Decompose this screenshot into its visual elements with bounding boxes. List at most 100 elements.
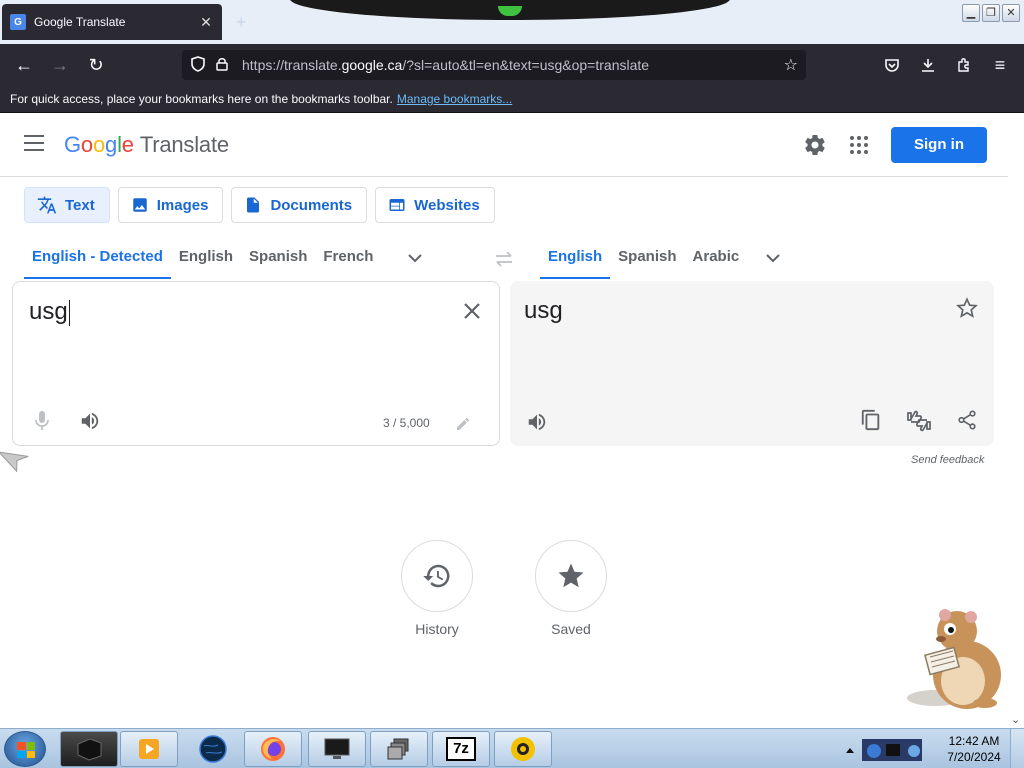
source-lang-english[interactable]: English (171, 237, 241, 279)
source-language-tabs: English - Detected English Spanish Frenc… (24, 237, 433, 281)
tab-title: Google Translate (34, 15, 126, 29)
taskbar-task-switcher[interactable] (370, 731, 428, 767)
saved-label: Saved (551, 621, 591, 637)
translation-output-area: usg (510, 281, 994, 446)
mode-documents-button[interactable]: Documents (231, 187, 368, 223)
window-controls: ▁ ❐ ✕ (962, 4, 1020, 22)
page-header: Google Translate Sign in (0, 113, 1008, 177)
image-icon (132, 198, 147, 212)
saved-star-icon (558, 563, 584, 588)
new-tab-icon[interactable]: + (236, 12, 247, 33)
taskbar-7zip[interactable]: 7z (432, 731, 490, 767)
windows-logo-icon (17, 742, 35, 758)
url-text: https://translate.google.ca/?sl=auto&tl=… (242, 57, 650, 73)
black-box-app-icon (77, 738, 102, 761)
app-menu-icon[interactable]: ≡ (987, 52, 1013, 78)
source-lang-spanish[interactable]: Spanish (241, 237, 315, 279)
source-listen-speaker-icon[interactable] (79, 410, 101, 432)
mouse-cursor-icon (0, 443, 30, 473)
lifesaver-icon (511, 737, 535, 761)
saved-button[interactable] (535, 540, 607, 612)
target-lang-english[interactable]: English (540, 237, 611, 279)
save-translation-star-icon[interactable] (956, 297, 978, 319)
firefox-icon (261, 737, 285, 761)
taskbar-terminal-app[interactable] (60, 731, 118, 767)
system-clock[interactable]: 12:42 AM 7/20/2024 (938, 733, 1010, 765)
clock-time: 12:42 AM (948, 734, 1000, 748)
bookmarks-toolbar: For quick access, place your bookmarks h… (0, 86, 1024, 113)
taskbar-window-app[interactable] (308, 731, 366, 767)
mode-images-button[interactable]: Images (117, 187, 224, 223)
clear-text-close-icon[interactable] (461, 300, 483, 322)
mode-text-label: Text (65, 196, 95, 214)
target-more-languages-chevron-down-icon[interactable] (755, 237, 791, 279)
navigation-toolbar: ← → ↻ https://translate.google.ca/?sl=au… (0, 44, 1024, 86)
taskbar-globe-app[interactable] (184, 731, 242, 767)
translation-listen-speaker-icon[interactable] (526, 411, 548, 433)
scroll-down-chevron-icon[interactable]: ⌄ (1011, 713, 1020, 726)
copy-translation-icon[interactable] (860, 409, 882, 431)
bookmark-star-icon[interactable]: ☆ (784, 55, 798, 75)
close-window-button[interactable]: ✕ (1002, 4, 1020, 22)
source-lang-french[interactable]: French (315, 237, 381, 279)
mode-websites-label: Websites (414, 196, 480, 214)
main-menu-icon[interactable] (24, 135, 44, 151)
target-lang-arabic[interactable]: Arabic (685, 237, 748, 279)
source-text-area[interactable]: usg 3 / 5,000 (12, 281, 500, 446)
rate-translation-thumbs-icon[interactable] (906, 409, 932, 433)
settings-gear-icon[interactable] (803, 133, 827, 157)
taskbar-media-player[interactable] (120, 731, 178, 767)
restore-button[interactable]: ❐ (982, 4, 1000, 22)
send-feedback-link[interactable]: Send feedback (911, 454, 984, 466)
google-translate-logo[interactable]: Google Translate (64, 132, 229, 158)
google-translate-favicon-icon: G (10, 14, 26, 30)
source-more-languages-chevron-down-icon[interactable] (397, 237, 433, 279)
hamster-mascot-image (905, 603, 1005, 713)
sign-in-button[interactable]: Sign in (891, 127, 987, 163)
browser-tab[interactable]: G Google Translate ✕ (2, 4, 222, 40)
browser-title-bar: G Google Translate ✕ + ▁ ❐ ✕ (0, 0, 1024, 44)
bookmarks-message: For quick access, place your bookmarks h… (10, 92, 393, 106)
mode-images-label: Images (156, 196, 209, 214)
address-bar[interactable]: https://translate.google.ca/?sl=auto&tl=… (182, 50, 806, 80)
document-icon (247, 197, 260, 213)
history-button[interactable] (401, 540, 473, 612)
website-icon (389, 199, 405, 211)
reload-icon[interactable]: ↻ (83, 52, 109, 78)
clock-date: 7/20/2024 (947, 750, 1001, 764)
mode-documents-label: Documents (270, 196, 353, 214)
minimize-button[interactable]: ▁ (962, 4, 980, 22)
target-language-tabs: English Spanish Arabic (540, 237, 791, 281)
media-player-icon (139, 739, 159, 759)
swap-languages-icon[interactable] (492, 247, 516, 271)
character-count: 3 / 5,000 (383, 416, 430, 430)
extensions-icon[interactable] (951, 52, 977, 78)
microphone-icon[interactable] (33, 410, 51, 432)
stacked-windows-icon (387, 738, 409, 760)
vertical-scrollbar[interactable]: ⌄ (1008, 113, 1024, 728)
mode-text-button[interactable]: Text (24, 187, 110, 223)
translation-mode-tabs: Text Images Documents Websites (24, 187, 495, 223)
taskbar-firefox[interactable] (244, 731, 302, 767)
history-icon (423, 564, 450, 588)
lock-icon[interactable] (210, 57, 234, 74)
show-desktop-button[interactable] (1010, 729, 1024, 768)
target-lang-spanish[interactable]: Spanish (610, 237, 684, 279)
google-apps-icon[interactable] (849, 135, 869, 155)
share-translation-icon[interactable] (956, 409, 978, 431)
taskbar-lifesaver-app[interactable] (494, 731, 552, 767)
system-tray (838, 731, 936, 767)
back-icon[interactable]: ← (11, 52, 37, 78)
downloads-icon[interactable] (915, 52, 941, 78)
forward-icon[interactable]: → (47, 52, 73, 78)
globe-icon (199, 735, 227, 763)
manage-bookmarks-link[interactable]: Manage bookmarks... (397, 92, 512, 106)
tracking-protection-icon[interactable] (186, 55, 210, 75)
tab-close-icon[interactable]: ✕ (198, 14, 214, 31)
source-lang-detected[interactable]: English - Detected (24, 237, 171, 279)
mode-websites-button[interactable]: Websites (375, 187, 495, 223)
pocket-icon[interactable] (879, 52, 905, 78)
start-button[interactable] (4, 731, 46, 767)
source-text-input[interactable]: usg (29, 298, 70, 326)
pencil-edit-icon[interactable] (455, 416, 471, 432)
